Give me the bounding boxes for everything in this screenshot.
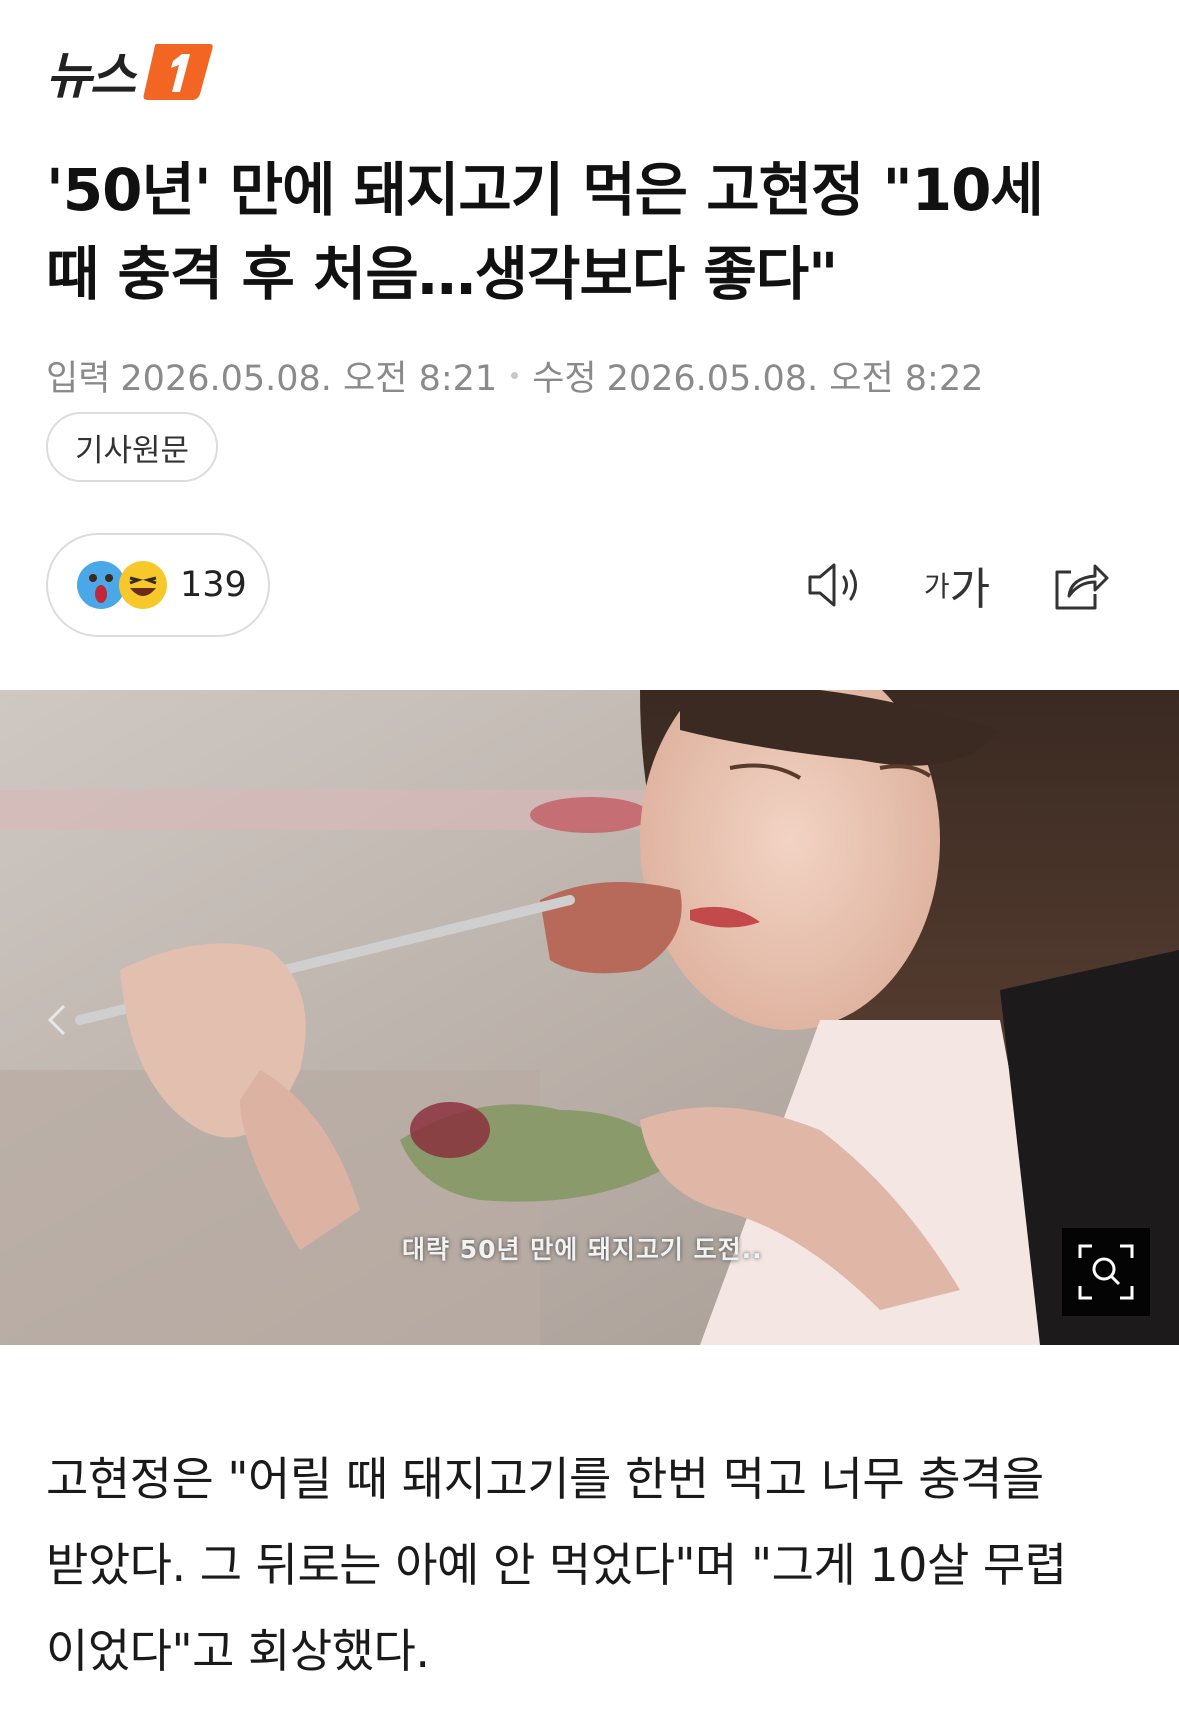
article-title-line1: '50년' 만에 돼지고기 먹은 고현정 "10세 (46, 156, 1044, 224)
article-photo[interactable]: 대략 50년 만에 돼지고기 도전.. (0, 690, 1179, 1345)
reaction-count: 139 (180, 565, 247, 605)
zoom-search-icon (1078, 1244, 1134, 1300)
share-icon (1055, 564, 1109, 610)
font-small-icon: 가 (923, 570, 950, 603)
meta-separator (511, 372, 519, 379)
logo-text: 뉴스 (46, 47, 136, 105)
laughing-face-icon (119, 561, 167, 609)
input-time: 2026.05.08. 오전 8:21 (120, 359, 498, 399)
body-line1: 고현정은 "어릴 때 돼지고기를 한번 먹고 너무 충격을 (46, 1452, 1044, 1506)
original-article-button[interactable]: 기사원문 (46, 412, 218, 482)
news1-logo[interactable]: 뉴스 (46, 40, 214, 105)
font-size-button[interactable]: 가가 (922, 552, 992, 618)
input-label: 입력 (46, 359, 111, 399)
speaker-icon (808, 563, 857, 607)
logo-mark-icon (143, 44, 213, 100)
edit-label: 수정 (532, 359, 597, 399)
edit-time: 2026.05.08. 오전 8:22 (606, 359, 984, 399)
article-timestamps: 입력 2026.05.08. 오전 8:21 수정 2026.05.08. 오전… (46, 350, 983, 401)
share-button[interactable] (1050, 552, 1110, 618)
listen-button[interactable] (804, 552, 868, 618)
prev-image-arrow-icon[interactable] (42, 1000, 72, 1040)
article-title: '50년' 만에 돼지고기 먹은 고현정 "10세 때 충격 후 처음…생각보다… (46, 148, 1136, 316)
article-body: 고현정은 "어릴 때 돼지고기를 한번 먹고 너무 충격을 받았다. 그 뒤로는… (46, 1436, 1156, 1694)
body-line3: 이었다"고 회상했다. (46, 1624, 430, 1678)
reaction-button[interactable]: 139 (46, 533, 270, 637)
article-title-line2: 때 충격 후 처음…생각보다 좋다" (46, 240, 838, 308)
font-large-icon: 가 (949, 564, 991, 615)
photo-caption: 대략 50년 만에 돼지고기 도전.. (402, 1235, 763, 1264)
zoom-button[interactable] (1062, 1228, 1150, 1316)
body-line2: 받았다. 그 뒤로는 아예 안 먹었다"며 "그게 10살 무렵 (46, 1538, 1067, 1592)
